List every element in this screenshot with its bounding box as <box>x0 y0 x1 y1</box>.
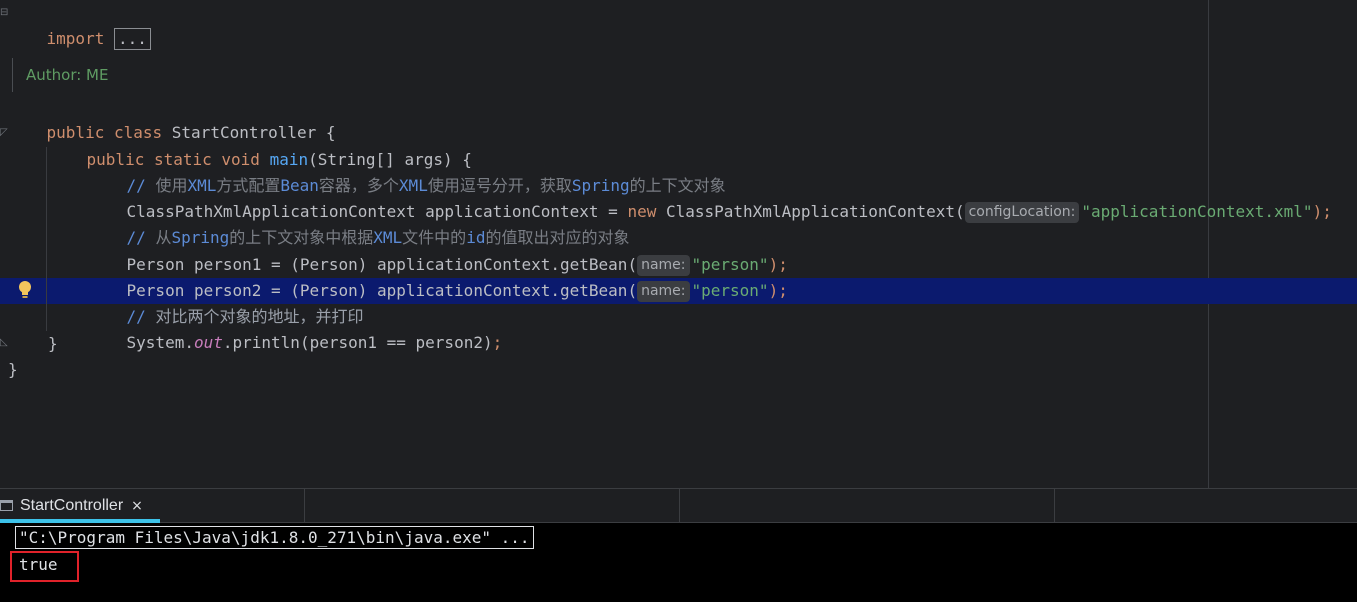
fold-marker-icon[interactable]: ⊟ <box>0 8 8 18</box>
run-tab-bar: StartController × <box>0 489 1357 523</box>
doc-comment-author: Author: ME <box>26 66 109 84</box>
doc-comment-bar <box>12 58 13 92</box>
fold-marker-icon[interactable]: ◸ <box>0 128 8 138</box>
folded-imports[interactable]: ... <box>113 28 151 50</box>
person2-line[interactable]: Person person2 = (Person) applicationCon… <box>88 252 788 302</box>
console-icon <box>0 500 13 511</box>
println-line[interactable]: System.out.println(person1 == person2); <box>88 304 503 352</box>
tab-label: StartController <box>20 497 124 514</box>
param-hint: name: <box>637 281 690 302</box>
console-output[interactable]: true <box>19 554 58 576</box>
close-icon[interactable]: × <box>131 498 143 514</box>
tab-divider <box>304 489 305 523</box>
right-margin-guide <box>1208 0 1209 488</box>
tab-start-controller[interactable]: StartController × <box>0 489 160 523</box>
context-line[interactable]: ClassPathXmlApplicationContext applicati… <box>88 173 1332 223</box>
indent-guide <box>46 147 47 331</box>
console-output-highlight: true <box>10 551 79 582</box>
param-hint: configLocation: <box>964 202 1080 223</box>
comment-line[interactable]: // 使用XML方式配置Bean容器，多个XML使用逗号分开，获取Spring的… <box>88 147 726 195</box>
active-tab-indicator <box>0 519 160 523</box>
console-command-line[interactable]: "C:\Program Files\Java\jdk1.8.0_271\bin\… <box>15 526 534 549</box>
code-editor[interactable]: ⊟ ◸ ◺ import ... Author: ME public class… <box>0 0 1357 488</box>
tab-divider <box>679 489 680 523</box>
run-tool-window: StartController × "C:\Program Files\Java… <box>0 488 1357 602</box>
person1-line[interactable]: Person person1 = (Person) applicationCon… <box>88 226 788 276</box>
tab-divider <box>1054 489 1055 523</box>
class-close-brace[interactable]: } <box>8 357 18 383</box>
main-close-brace[interactable]: } <box>48 331 58 357</box>
main-declaration[interactable]: public static void main(String[] args) { <box>48 121 472 169</box>
comment-line-current[interactable]: // 对比两个对象的地址，并打印 <box>88 278 364 326</box>
fold-end-icon[interactable]: ◺ <box>0 338 8 348</box>
comment-line[interactable]: // 从Spring的上下文对象中根据XML文件中的id的值取出对应的对象 <box>88 199 630 247</box>
class-declaration[interactable]: public class StartController { <box>8 94 336 142</box>
lightbulb-icon[interactable] <box>17 279 33 301</box>
import-line[interactable]: import ... <box>8 0 151 50</box>
